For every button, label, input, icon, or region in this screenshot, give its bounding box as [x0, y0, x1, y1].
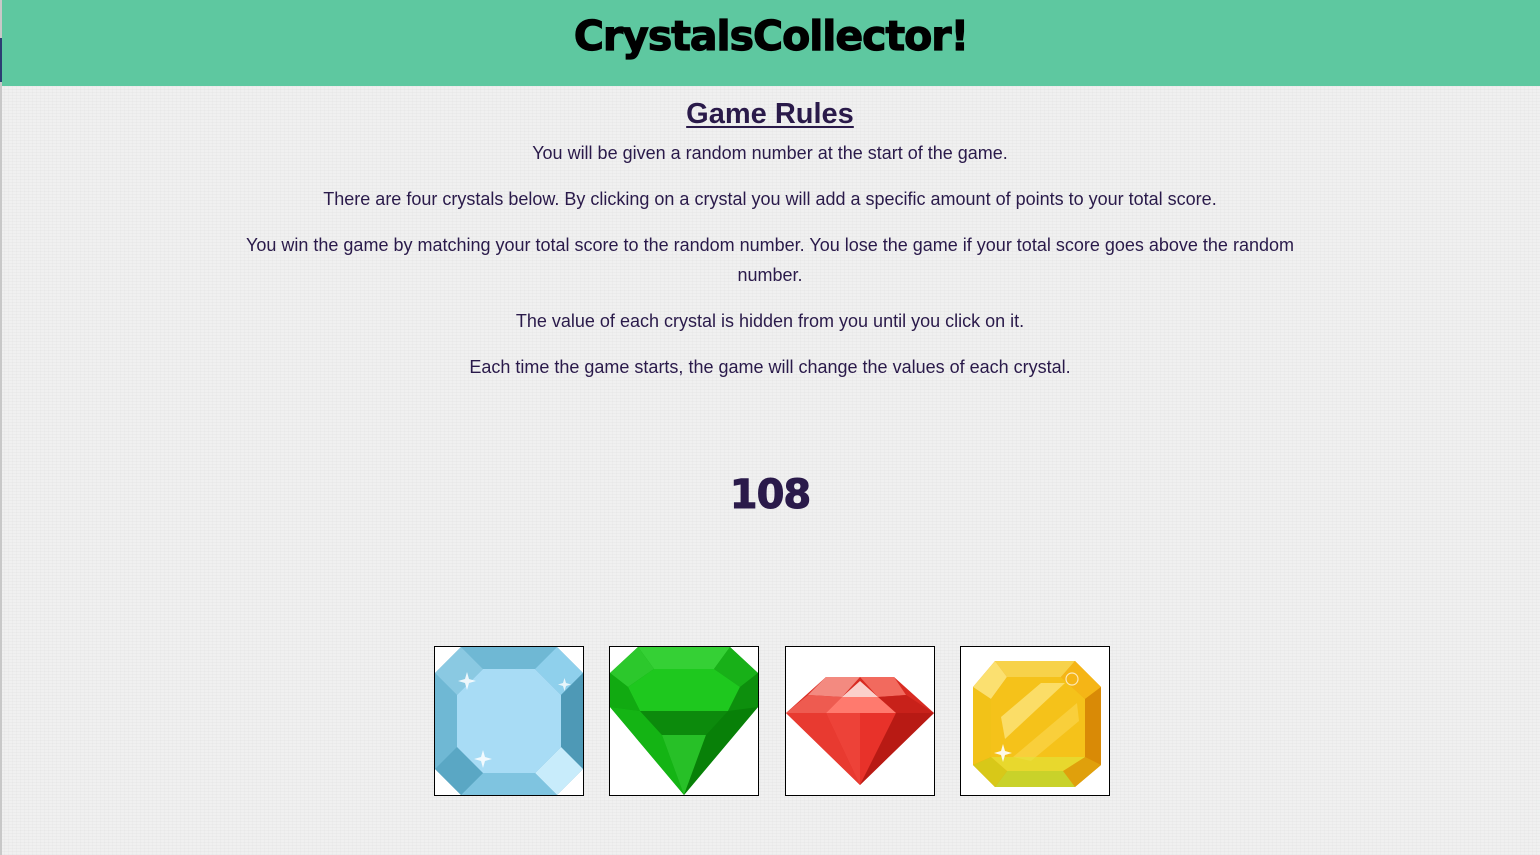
rules-heading: Game Rules: [686, 98, 854, 130]
red-crystal-button[interactable]: [785, 646, 935, 796]
game-rules-section: Game Rules You will be given a random nu…: [0, 96, 1540, 398]
rule-text: Each time the game starts, the game will…: [469, 357, 1071, 377]
green-crystal-button[interactable]: [609, 646, 759, 796]
rule-text: You will be given a random number at the…: [532, 143, 1008, 163]
blue-crystal-icon: [435, 647, 583, 795]
crystal-row: [434, 646, 1114, 796]
yellow-crystal-button[interactable]: [960, 646, 1110, 796]
random-target-number: 108: [729, 472, 812, 519]
red-crystal-icon: [786, 677, 934, 785]
rule-text: There are four crystals below. By clicki…: [323, 189, 1217, 209]
blue-crystal-button[interactable]: [434, 646, 584, 796]
rule-text: You win the game by matching your total …: [246, 235, 1294, 285]
green-crystal-icon: [610, 647, 758, 795]
header-accent: [0, 38, 2, 82]
page-title: CrystalsCollector!: [573, 11, 970, 60]
header-bar: CrystalsCollector!: [2, 0, 1540, 86]
yellow-crystal-icon: [973, 661, 1101, 787]
rule-text: The value of each crystal is hidden from…: [515, 311, 1025, 331]
